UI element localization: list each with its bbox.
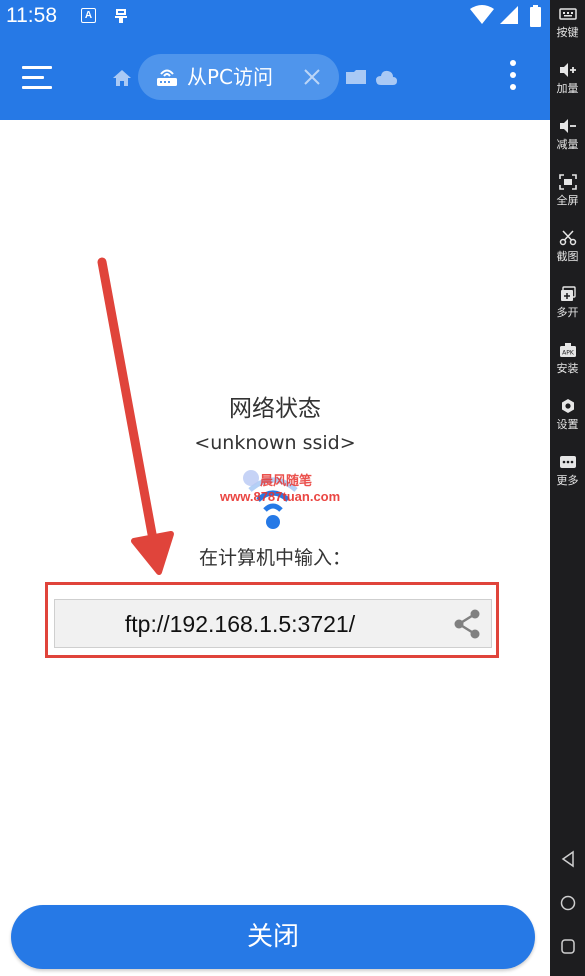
watermark-logo	[243, 470, 259, 486]
side-item-label: 截图	[556, 250, 579, 263]
notification-a-icon: A	[81, 8, 96, 23]
multi-window-icon	[560, 286, 576, 301]
apk-icon: APK	[559, 343, 576, 357]
side-item-label: 安装	[556, 362, 579, 375]
volume-down-icon	[559, 119, 576, 133]
side-more-button[interactable]: 更多	[550, 454, 585, 504]
side-item-label: 加量	[556, 82, 579, 95]
back-nav-icon[interactable]	[560, 850, 576, 868]
side-volume-down-button[interactable]: 减量	[550, 118, 585, 168]
volume-up-icon	[559, 63, 576, 77]
instruction-text: 在计算机中输入：	[198, 547, 351, 569]
tab-label: 从PC访问	[187, 65, 274, 89]
side-screenshot-button[interactable]: 截图	[550, 230, 585, 280]
side-install-apk-button[interactable]: APK 安装	[550, 342, 585, 392]
ftp-address-text[interactable]: ftp://192.168.1.5:3721/	[55, 610, 425, 638]
hamburger-menu-icon[interactable]	[22, 62, 54, 92]
emulator-side-panel: 按键 加量 减量 全屏 截图 多开 APK 安装 设置 更多	[550, 0, 585, 976]
more-icon	[559, 456, 576, 468]
fullscreen-icon	[558, 174, 577, 190]
side-keyboard-button[interactable]: 按键	[550, 6, 585, 56]
home-icon[interactable]	[112, 68, 132, 88]
watermark-url: www.8787tuan.com	[220, 489, 341, 504]
wifi-status-icon	[470, 5, 494, 24]
side-item-label: 更多	[556, 474, 579, 487]
watermark-title: 晨风随笔	[260, 474, 313, 489]
recents-nav-icon[interactable]	[561, 939, 575, 954]
side-fullscreen-button[interactable]: 全屏	[550, 174, 585, 224]
notification-app-icon	[115, 9, 127, 23]
tab-pc-access[interactable]: 从PC访问	[138, 54, 339, 100]
side-item-label: 全屏	[556, 194, 579, 207]
gear-icon	[561, 399, 574, 413]
app-toolbar: 从PC访问	[0, 34, 550, 120]
keyboard-icon	[558, 8, 577, 20]
network-status-title: 网络状态	[229, 396, 321, 422]
home-nav-icon[interactable]	[560, 895, 576, 911]
side-settings-button[interactable]: 设置	[550, 398, 585, 448]
side-item-label: 设置	[556, 418, 579, 431]
side-multi-instance-button[interactable]: 多开	[550, 286, 585, 336]
close-button[interactable]: 关闭	[11, 905, 535, 969]
phone-screen: 11:58 A 从PC访问 网络状态 <unknown ssid> 晨风随笔 w…	[0, 0, 550, 976]
router-icon	[157, 69, 177, 86]
ftp-address-field[interactable]: ftp://192.168.1.5:3721/	[54, 599, 492, 648]
side-item-label: 减量	[556, 138, 579, 151]
signal-icon	[500, 6, 518, 24]
side-item-label: 按键	[556, 26, 579, 39]
ssid-text: <unknown ssid>	[194, 432, 356, 454]
side-volume-up-button[interactable]: 加量	[550, 62, 585, 112]
scissors-icon	[559, 230, 576, 246]
tab-cloud-icon[interactable]	[376, 70, 397, 86]
close-tab-icon[interactable]	[302, 67, 322, 87]
status-time: 11:58	[6, 4, 57, 27]
status-bar: 11:58 A	[0, 0, 550, 34]
battery-icon	[530, 5, 541, 27]
tab-folder-icon[interactable]	[346, 70, 366, 86]
more-options-icon[interactable]	[508, 60, 518, 94]
svg-text:APK: APK	[562, 350, 575, 357]
share-icon[interactable]	[451, 608, 483, 640]
side-item-label: 多开	[556, 306, 579, 319]
